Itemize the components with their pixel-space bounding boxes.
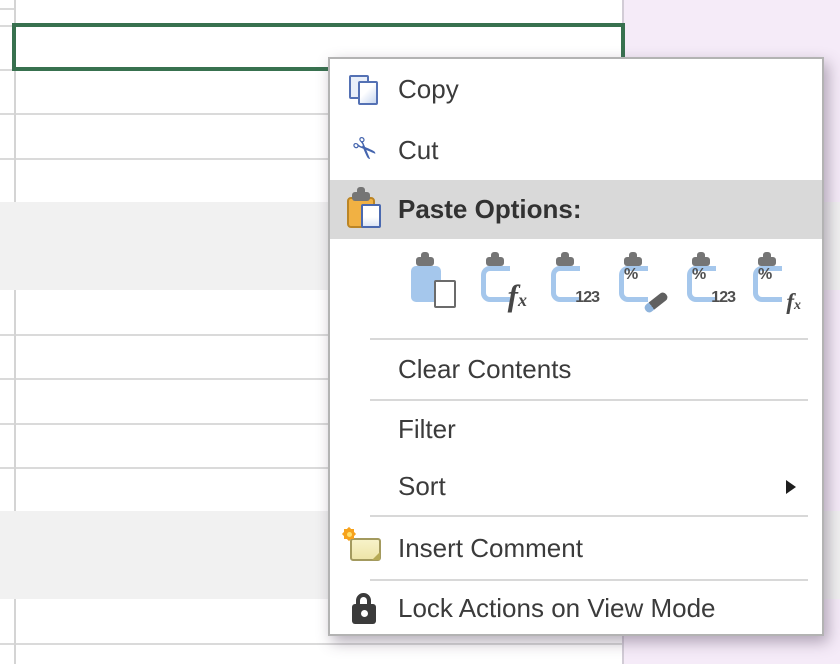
paste-formatting-icon[interactable]: % (616, 257, 662, 305)
menu-item-lock-actions[interactable]: Lock Actions on View Mode (330, 580, 822, 637)
gridline-v (14, 290, 16, 511)
menu-item-clear-contents[interactable]: Clear Contents (330, 340, 822, 399)
menu-item-label: Paste Options: (398, 194, 581, 225)
paste-formulas-icon[interactable]: fx (478, 257, 524, 305)
menu-item-label: Clear Contents (398, 354, 571, 385)
menu-item-copy[interactable]: Copy (330, 59, 822, 120)
menu-item-cut[interactable]: ✂ Cut (330, 120, 822, 180)
menu-item-sort[interactable]: Sort (330, 458, 822, 515)
paste-formulas-number-formatting-icon[interactable]: % fx (750, 257, 796, 305)
lock-icon (330, 580, 398, 637)
context-menu: Copy ✂ Cut Paste Options: fx 123 % (328, 57, 824, 636)
clipboard-icon (330, 180, 398, 239)
menu-item-label: Lock Actions on View Mode (398, 593, 715, 624)
menu-item-label: Copy (398, 74, 459, 105)
menu-item-insert-comment[interactable]: Insert Comment (330, 517, 822, 579)
menu-item-filter[interactable]: Filter (330, 400, 822, 458)
menu-item-label: Cut (398, 135, 438, 166)
gridline-h (0, 643, 622, 645)
copy-icon (330, 59, 398, 120)
submenu-arrow-icon (786, 480, 796, 494)
menu-item-label: Filter (398, 414, 456, 445)
gridline-v (14, 599, 16, 664)
menu-item-label: Sort (398, 471, 446, 502)
paste-values-number-formatting-icon[interactable]: % 123 (684, 257, 730, 305)
scissors-icon: ✂ (330, 120, 398, 180)
comment-icon (330, 517, 398, 579)
paste-values-icon[interactable]: 123 (548, 257, 594, 305)
paste-options-grid: fx 123 % % 123 % fx (330, 239, 822, 338)
menu-item-label: Insert Comment (398, 533, 583, 564)
menu-item-paste-options[interactable]: Paste Options: (330, 180, 822, 239)
gridline-h (0, 8, 14, 10)
paste-icon[interactable] (408, 257, 454, 305)
